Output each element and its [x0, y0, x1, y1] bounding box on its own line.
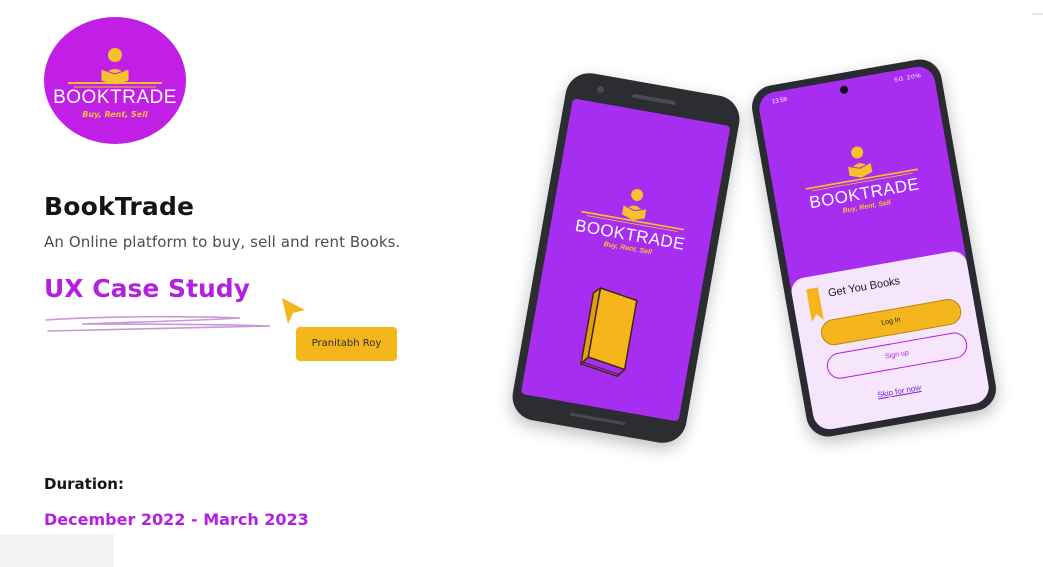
duration-label: Duration:: [44, 475, 124, 493]
login-sheet: Get You Books Log In Sign up Skip for no…: [789, 249, 992, 432]
logo-wordmark: BOOKTRADE: [53, 87, 177, 108]
sheet-title: Get You Books: [827, 275, 901, 300]
page-title: BookTrade: [44, 192, 195, 221]
duration-value: December 2022 - March 2023: [44, 510, 309, 529]
login-screen: 13:59 5G 20% BOOKTRADE Buy, Rent, Sell G…: [756, 64, 992, 432]
splash-screen: BOOKTRADE Buy, Rent, Sell: [520, 98, 731, 422]
page-subtitle: An Online platform to buy, sell and rent…: [44, 233, 401, 251]
bookmark-icon: [806, 287, 824, 322]
cursor-icon: [282, 298, 305, 324]
phone-mockup-login: 13:59 5G 20% BOOKTRADE Buy, Rent, Sell G…: [748, 56, 1000, 440]
booktrade-logo: BOOKTRADE Buy, Rent, Sell: [44, 17, 186, 144]
underline-scribble: [45, 315, 271, 332]
case-study-heading: UX Case Study: [44, 274, 250, 303]
reader-icon: [68, 48, 162, 88]
corner-divider: [1032, 13, 1043, 15]
phone-mockup-splash: BOOKTRADE Buy, Rent, Sell: [508, 69, 744, 447]
author-badge: Pranitabh Roy: [296, 327, 397, 361]
logo-tagline: Buy, Rent, Sell: [82, 110, 148, 119]
corner-panel: [0, 534, 114, 567]
